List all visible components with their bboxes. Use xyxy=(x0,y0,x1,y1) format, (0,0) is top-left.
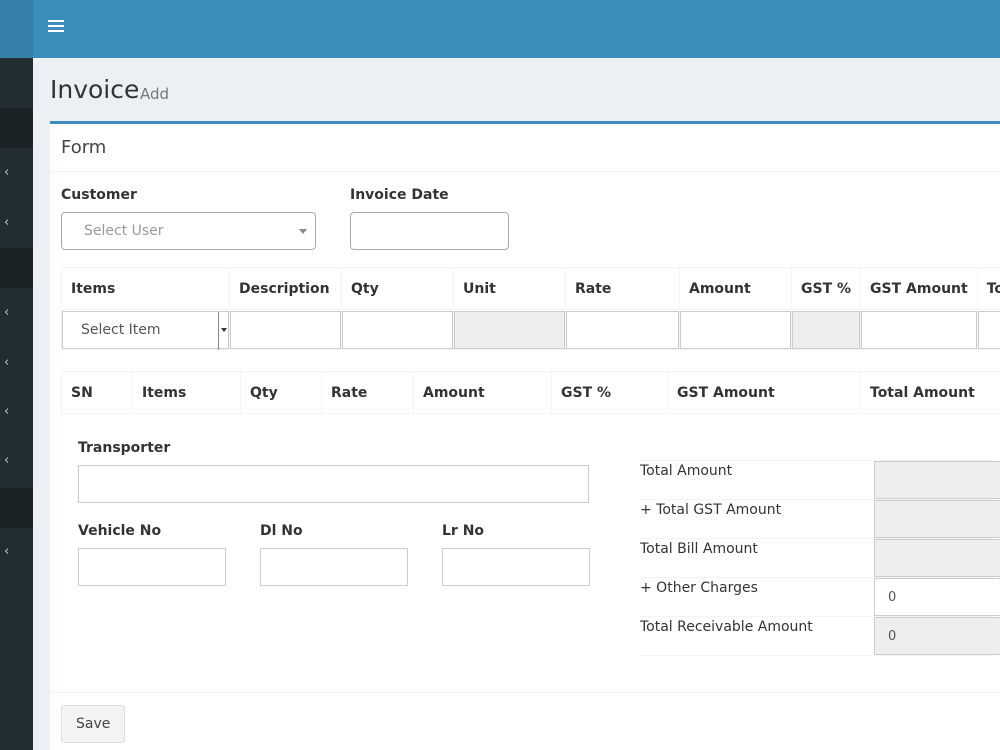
invoice-date-input[interactable] xyxy=(350,212,509,250)
gst-amount-input[interactable] xyxy=(861,310,977,349)
summary-row-receivable-amount: Total Receivable Amount 0 xyxy=(640,616,1000,656)
form-box: Form Customer Select User Invoice Date I… xyxy=(50,121,1000,750)
total-bill-amount-label: Total Bill Amount xyxy=(640,541,758,557)
caret-down-icon xyxy=(218,311,228,350)
chevron-left-icon: ‹ xyxy=(4,355,10,370)
total-gst-amount-field xyxy=(874,500,1000,538)
save-button[interactable]: Save xyxy=(61,705,126,743)
sidebar: ‹ ‹ ‹ ‹ ‹ ‹ ‹ xyxy=(0,58,33,750)
other-charges-input[interactable]: 0 xyxy=(874,578,1000,616)
header-items: Items xyxy=(132,371,241,414)
chevron-left-icon: ‹ xyxy=(4,305,10,320)
header-amount: Amount xyxy=(679,267,792,310)
description-input[interactable] xyxy=(230,310,341,349)
lr-no-label: Lr No xyxy=(442,523,485,539)
sidebar-item-10[interactable]: ‹ xyxy=(0,533,33,573)
header-gst-amount: GST Amount xyxy=(667,371,861,414)
items-list-table: SN Items Qty Rate Amount GST % GST Amoun… xyxy=(61,371,1000,414)
header-gst-amount: GST Amount xyxy=(860,267,978,310)
transporter-label: Transporter xyxy=(78,440,171,456)
total-bill-amount-field xyxy=(874,539,1000,577)
total-receivable-amount-field: 0 xyxy=(874,617,1000,655)
header-rate: Rate xyxy=(321,371,414,414)
sidebar-item-9[interactable] xyxy=(0,488,33,528)
customer-select[interactable]: Select User xyxy=(61,212,316,250)
total-receivable-amount-label: Total Receivable Amount xyxy=(640,619,813,635)
sidebar-item-1[interactable] xyxy=(0,108,33,148)
list-table-header: SN Items Qty Rate Amount GST % GST Amoun… xyxy=(61,371,1000,414)
sidebar-item-4[interactable] xyxy=(0,248,33,288)
total-input[interactable] xyxy=(977,310,1000,349)
item-select[interactable]: Select Item xyxy=(62,310,229,350)
summary-row-gst-amount: + Total GST Amount xyxy=(640,499,1000,539)
chevron-left-icon: ‹ xyxy=(4,453,10,468)
sidebar-item-5[interactable]: ‹ xyxy=(0,294,33,334)
total-gst-amount-label: + Total GST Amount xyxy=(640,502,782,518)
summary-row-total-amount: Total Amount xyxy=(640,460,1000,500)
customer-select-placeholder: Select User xyxy=(84,223,164,239)
item-select-value: Select Item xyxy=(81,321,161,338)
summary-row-other-charges: + Other Charges 0 xyxy=(640,577,1000,617)
item-entry-table: Items Description Qty Unit Rate Amount G… xyxy=(61,267,1000,350)
box-title: Form xyxy=(61,137,107,158)
dl-no-input[interactable] xyxy=(260,548,408,586)
sidebar-item-6[interactable]: ‹ xyxy=(0,344,33,384)
header-gst-percent: GST % xyxy=(551,371,668,414)
page-subtitle: Add xyxy=(140,85,170,103)
dl-no-label: Dl No xyxy=(260,523,303,539)
customer-label: Customer xyxy=(61,187,137,203)
divider xyxy=(50,171,1000,172)
chevron-left-icon: ‹ xyxy=(4,215,10,230)
qty-input[interactable] xyxy=(342,310,453,349)
summary-row-bill-amount: Total Bill Amount xyxy=(640,538,1000,578)
lr-no-input[interactable] xyxy=(442,548,590,586)
sidebar-item-7[interactable]: ‹ xyxy=(0,393,33,433)
chevron-left-icon: ‹ xyxy=(4,165,10,180)
vehicle-no-label: Vehicle No xyxy=(78,523,162,539)
vehicle-no-input[interactable] xyxy=(78,548,226,586)
chevron-left-icon: ‹ xyxy=(4,544,10,559)
amount-input[interactable] xyxy=(680,310,791,349)
header-amount: Amount xyxy=(413,371,552,414)
header-total-amount: Total Amount xyxy=(860,371,1000,414)
header-qty: Qty xyxy=(240,371,322,414)
header-total: Tot xyxy=(976,267,1000,310)
unit-input xyxy=(454,310,565,349)
hamburger-icon[interactable] xyxy=(48,20,64,38)
rate-input[interactable] xyxy=(566,310,679,349)
sidebar-item-2[interactable]: ‹ xyxy=(0,154,33,194)
total-amount-label: Total Amount xyxy=(640,463,733,479)
logo-area[interactable] xyxy=(0,0,33,58)
header-gst-percent: GST % xyxy=(790,267,862,310)
item-table-header: Items Description Qty Unit Rate Amount G… xyxy=(61,267,1000,310)
header-qty: Qty xyxy=(341,267,454,310)
header-items: Items xyxy=(61,267,230,310)
transporter-input[interactable] xyxy=(78,465,589,503)
invoice-date-label: Invoice Date xyxy=(350,187,449,203)
item-entry-row: Select Item xyxy=(61,309,1000,350)
dropdown-arrow-icon xyxy=(299,229,307,234)
sidebar-item-3[interactable]: ‹ xyxy=(0,204,33,244)
content-wrapper: Invoice Add Form Customer Select User In… xyxy=(33,58,1000,750)
top-navbar xyxy=(0,0,1000,58)
other-charges-label: + Other Charges xyxy=(640,580,758,596)
chevron-left-icon: ‹ xyxy=(4,404,10,419)
gst-percent-input xyxy=(792,310,861,349)
header-description: Description xyxy=(229,267,342,310)
total-amount-field xyxy=(874,461,1000,499)
header-rate: Rate xyxy=(565,267,680,310)
sidebar-item-8[interactable]: ‹ xyxy=(0,442,33,482)
footer-divider xyxy=(50,692,1000,693)
header-sn: SN xyxy=(61,371,133,414)
header-unit: Unit xyxy=(453,267,566,310)
page-title: Invoice xyxy=(50,75,140,104)
